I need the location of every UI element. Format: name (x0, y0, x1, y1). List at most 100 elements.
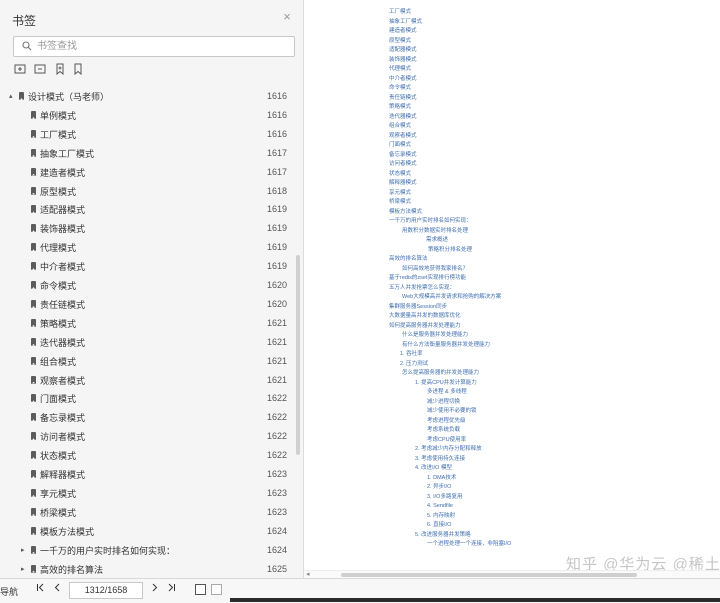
toc-line[interactable]: 高效的排名算法 (389, 256, 428, 263)
expand-icon[interactable]: ▸ (21, 546, 25, 554)
toc-line[interactable]: 5. 内存映射 (427, 513, 455, 520)
bookmark-item[interactable]: 观察者模式 1621 (0, 372, 296, 391)
bookmark-item[interactable]: 装饰器模式 1619 (0, 220, 296, 239)
bookmark-item[interactable]: 工厂模式 1616 (0, 126, 296, 145)
toc-line[interactable]: 什么是服务器并发处理能力 (402, 332, 468, 339)
bookmark-item[interactable]: 适配器模式 1619 (0, 201, 296, 220)
bookmark-item[interactable]: 策略模式 1621 (0, 315, 296, 334)
toc-line[interactable]: 2. 异步I/O (427, 484, 451, 491)
prev-page-button[interactable] (50, 583, 64, 597)
collapse-all-icon[interactable] (34, 63, 47, 76)
document-view[interactable]: 工厂模式 抽象工厂模式 建造者模式 原型模式 适配器模式 装饰器模式 代理模式 中介者模式 命令… (304, 0, 720, 578)
toc-line[interactable]: 2. 压力测试 (400, 361, 428, 368)
toc-line[interactable]: 工厂模式 (389, 9, 411, 16)
bookmark-item[interactable]: 组合模式 1621 (0, 353, 296, 372)
back-view-icon[interactable] (195, 584, 206, 595)
toc-line[interactable]: Web大规模高并发请求和抢购的解决方案 (402, 294, 501, 301)
first-page-button[interactable] (33, 583, 47, 597)
bookmark-item[interactable]: 访问者模式 1622 (0, 428, 296, 447)
toc-line[interactable]: 策略积分排名处理 (428, 247, 472, 254)
bookmark-item[interactable]: 迭代器模式 1621 (0, 334, 296, 353)
bookmark-item[interactable]: 解释器模式 1623 (0, 466, 296, 485)
toc-line[interactable]: 减少进程切换 (427, 399, 460, 406)
scroll-left-icon[interactable]: ◂ (306, 570, 310, 578)
next-page-button[interactable] (147, 583, 161, 597)
toc-line[interactable]: 5. 改进服务器并发策略 (415, 532, 471, 539)
toc-line[interactable]: 3. I/O多路复用 (427, 494, 462, 501)
toc-line[interactable]: 6. 直接I/O (427, 522, 451, 529)
bookmark-item[interactable]: 建造者模式 1617 (0, 164, 296, 183)
toc-line[interactable]: 4. Sendfile (427, 503, 453, 510)
toc-line[interactable]: 如何高效地获得我家排名？ (402, 266, 468, 273)
toc-line[interactable]: 1. 提高CPU并发计算能力 (415, 380, 477, 387)
bookmark-icon[interactable] (72, 63, 85, 76)
toc-line[interactable]: 大数据量高并发的数据库优化 (389, 313, 461, 320)
toc-line[interactable]: 解释器模式 (389, 180, 417, 187)
toc-line[interactable]: 责任链模式 (389, 95, 417, 102)
toc-line[interactable]: 装饰器模式 (389, 57, 417, 64)
page-number-field[interactable]: 1312/1658 (69, 582, 143, 599)
horizontal-scrollbar[interactable]: ◂ (304, 570, 720, 578)
bookmark-item[interactable]: 桥梁模式 1623 (0, 504, 296, 523)
toc-line[interactable]: 3. 考虑使用持久连接 (415, 456, 465, 463)
bookmark-item[interactable]: 抽象工厂模式 1617 (0, 145, 296, 164)
toc-line[interactable]: 考虑进程优先级 (427, 418, 466, 425)
bookmark-item[interactable]: 命令模式 1620 (0, 277, 296, 296)
bookmark-item[interactable]: 模板方法模式 1624 (0, 523, 296, 542)
bookmark-item[interactable]: 享元模式 1623 (0, 485, 296, 504)
toc-line[interactable]: 减少使用不必要的锁 (427, 408, 477, 415)
toc-line[interactable]: 如何提高服务器并发处理能力 (389, 323, 461, 330)
toc-line[interactable]: 集群服务器Session同步 (389, 304, 447, 311)
toc-line[interactable]: 适配器模式 (389, 47, 417, 54)
bookmark-item[interactable]: 单例模式 1616 (0, 107, 296, 126)
toc-line[interactable]: 中介者模式 (389, 76, 417, 83)
toc-line[interactable]: 需求概述 (426, 237, 448, 244)
bookmark-search-box[interactable] (13, 36, 295, 57)
bookmark-item[interactable]: 状态模式 1622 (0, 447, 296, 466)
toc-line[interactable]: 有什么方法衡量服务器并发处理能力 (402, 342, 490, 349)
toc-line[interactable]: 2. 考虑减少内存分配和释放 (415, 446, 482, 453)
bookmark-item[interactable]: ▸ 高效的排名算法 1625 (0, 561, 296, 579)
toc-line[interactable]: 用数积分数据实时排名处理 (402, 228, 468, 235)
toc-line[interactable]: 桥梁模式 (389, 199, 411, 206)
bookmark-item[interactable]: 责任链模式 1620 (0, 296, 296, 315)
expand-all-icon[interactable] (14, 63, 27, 76)
toc-line[interactable]: 观察者模式 (389, 133, 417, 140)
bookmark-item[interactable]: 门面模式 1622 (0, 390, 296, 409)
toc-line[interactable]: 访问者模式 (389, 161, 417, 168)
bookmark-item[interactable]: 原型模式 1618 (0, 183, 296, 202)
toc-line[interactable]: 享元模式 (389, 190, 411, 197)
bookmark-search-input[interactable] (37, 38, 287, 54)
toc-line[interactable]: 门面模式 (389, 142, 411, 149)
toc-line[interactable]: 1. 吞吐率 (400, 351, 423, 358)
toc-line[interactable]: 状态模式 (389, 171, 411, 178)
toc-line[interactable]: 多进程 & 多线程 (427, 389, 467, 396)
last-page-button[interactable] (164, 583, 178, 597)
toc-line[interactable]: 基于redis的zset实现排行榜功能 (389, 275, 466, 282)
add-bookmark-icon[interactable] (54, 63, 67, 76)
bookmark-item[interactable]: ▴ 设计模式（马老师） 1616 (0, 88, 296, 107)
toc-line[interactable]: 考虑CPU使用率 (427, 437, 466, 444)
scrollbar-thumb[interactable] (341, 573, 637, 577)
tree-scrollbar[interactable] (296, 255, 300, 455)
toc-line[interactable]: 命令模式 (389, 85, 411, 92)
toc-line[interactable]: 模板方法模式 (389, 209, 422, 216)
toc-line[interactable]: 4. 改进I/O 模型 (415, 465, 452, 472)
toc-line[interactable]: 1. DMA技术 (427, 475, 456, 482)
forward-view-icon[interactable] (211, 584, 222, 595)
collapse-icon[interactable]: ▴ (9, 92, 13, 100)
expand-icon[interactable]: ▸ (21, 565, 25, 573)
toc-line[interactable]: 迭代器模式 (389, 114, 417, 121)
bookmark-item[interactable]: 中介者模式 1619 (0, 258, 296, 277)
toc-line[interactable]: 组合模式 (389, 123, 411, 130)
toc-line[interactable]: 考虑系统负载 (427, 427, 460, 434)
bookmark-item[interactable]: 代理模式 1619 (0, 239, 296, 258)
toc-line[interactable]: 策略模式 (389, 104, 411, 111)
toc-line[interactable]: 抽象工厂模式 (389, 19, 422, 26)
bookmark-item[interactable]: ▸ 一千万的用户实时排名如何实现： 1624 (0, 542, 296, 561)
toc-line[interactable]: 备忘录模式 (389, 152, 417, 159)
toc-line[interactable]: 五万人并发抢票怎么实现： (389, 285, 455, 292)
bookmark-item[interactable]: 备忘录模式 1622 (0, 409, 296, 428)
toc-line[interactable]: 代理模式 (389, 66, 411, 73)
toc-line[interactable]: 一个进程处理一个连接，非阻塞I/O (427, 541, 511, 548)
